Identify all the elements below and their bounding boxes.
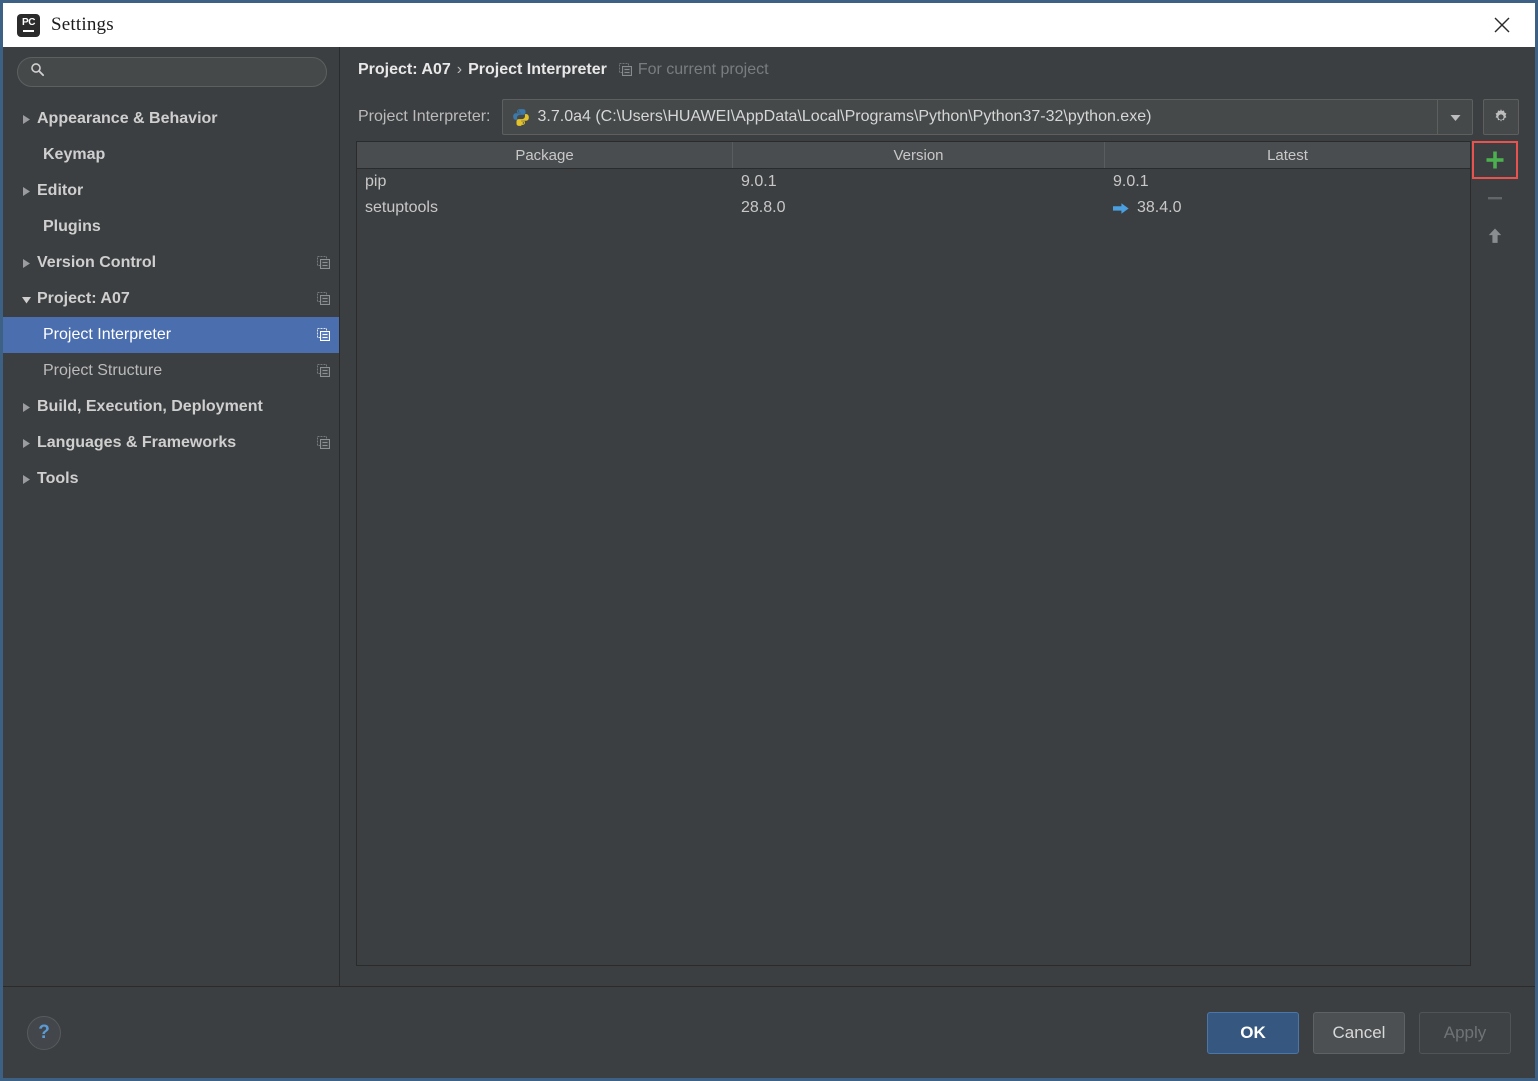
sidebar-item-editor[interactable]: Editor	[3, 173, 339, 209]
packages-toolbar	[1471, 141, 1519, 966]
sidebar-item-project-structure[interactable]: Project Structure	[3, 353, 339, 389]
sidebar-item-version-control[interactable]: Version Control	[3, 245, 339, 281]
interpreter-value: 3.7.0a4 (C:\Users\HUAWEI\AppData\Local\P…	[537, 108, 1152, 125]
sidebar-item-project-interpreter[interactable]: Project Interpreter	[3, 317, 339, 353]
remove-package-button[interactable]	[1472, 179, 1518, 217]
add-package-button[interactable]	[1472, 141, 1518, 179]
dialog-footer: ? OK Cancel Apply	[3, 986, 1535, 1078]
project-scope-icon	[317, 256, 331, 270]
main-split: Appearance & Behavior Keymap Editor Plug…	[3, 47, 1535, 986]
settings-dialog: PC Settings Appearance & Behavior Keymap…	[0, 0, 1538, 1081]
project-scope-icon	[317, 364, 331, 378]
breadcrumb-separator: ›	[456, 61, 463, 78]
sidebar-item-label: Languages & Frameworks	[37, 434, 237, 451]
ok-button[interactable]: OK	[1207, 1011, 1299, 1054]
column-header-package[interactable]: Package	[357, 142, 733, 168]
sidebar-item-appearance-behavior[interactable]: Appearance & Behavior	[3, 101, 339, 137]
breadcrumb-scope-note: For current project	[637, 61, 769, 78]
chevron-down-icon[interactable]	[1437, 100, 1472, 134]
interpreter-label: Project Interpreter:	[358, 108, 491, 125]
sidebar-item-label: Tools	[37, 470, 79, 487]
python-logo-icon	[512, 108, 530, 126]
table-row[interactable]: setuptools 28.8.0 38.4.0	[357, 195, 1470, 221]
cell-latest-upgradable: 38.4.0	[1105, 195, 1470, 221]
chevron-right-icon[interactable]	[15, 438, 37, 449]
sidebar-item-tools[interactable]: Tools	[3, 461, 339, 497]
pycharm-logo-icon: PC	[17, 13, 40, 37]
project-scope-icon	[618, 63, 633, 77]
sidebar-item-label: Build, Execution, Deployment	[37, 398, 263, 415]
cell-package: setuptools	[365, 199, 438, 216]
sidebar-item-languages-frameworks[interactable]: Languages & Frameworks	[3, 425, 339, 461]
cell-version: 28.8.0	[741, 199, 786, 216]
breadcrumb: Project: A07 › Project Interpreter For c…	[356, 47, 1519, 93]
gear-icon[interactable]	[1483, 99, 1519, 135]
interpreter-row: Project Interpreter: 3.7.0a4 (C:\Users\H…	[356, 93, 1519, 141]
breadcrumb-project[interactable]: Project: A07	[358, 61, 451, 79]
close-icon[interactable]	[1479, 5, 1525, 45]
chevron-right-icon[interactable]	[15, 258, 37, 269]
project-scope-icon	[317, 436, 331, 450]
column-header-latest[interactable]: Latest	[1105, 142, 1470, 168]
packages-table-header: Package Version Latest	[357, 142, 1470, 169]
sidebar-item-label: Keymap	[43, 146, 106, 163]
sidebar-item-build-execution-deployment[interactable]: Build, Execution, Deployment	[3, 389, 339, 425]
apply-button: Apply	[1419, 1011, 1511, 1054]
packages-table-body: pip 9.0.1 9.0.1 setuptools 28.8.0 38.4.0	[357, 169, 1470, 965]
help-button[interactable]: ?	[27, 1015, 61, 1050]
dialog-body: Appearance & Behavior Keymap Editor Plug…	[3, 47, 1535, 1078]
upgrade-arrow-icon	[1113, 202, 1129, 215]
sidebar-item-label: Project Interpreter	[43, 326, 172, 343]
cell-latest-value: 38.4.0	[1137, 199, 1182, 216]
sidebar-item-label: Editor	[37, 182, 84, 199]
chevron-down-icon[interactable]	[15, 294, 37, 305]
settings-content-panel: Project: A07 › Project Interpreter For c…	[340, 47, 1535, 986]
breadcrumb-page: Project Interpreter	[468, 61, 607, 78]
cell-latest: 9.0.1	[1113, 173, 1149, 190]
sidebar-item-keymap[interactable]: Keymap	[3, 137, 339, 173]
settings-sidebar: Appearance & Behavior Keymap Editor Plug…	[3, 47, 340, 986]
packages-table: Package Version Latest pip 9.0.1 9.0.1 s…	[356, 141, 1471, 966]
sidebar-item-label: Version Control	[37, 254, 157, 271]
sidebar-item-project-a07[interactable]: Project: A07	[3, 281, 339, 317]
sidebar-item-plugins[interactable]: Plugins	[3, 209, 339, 245]
title-bar: PC Settings	[3, 3, 1535, 47]
sidebar-item-label: Project Structure	[43, 362, 163, 379]
packages-zone: Package Version Latest pip 9.0.1 9.0.1 s…	[356, 141, 1519, 986]
sidebar-item-label: Appearance & Behavior	[37, 110, 218, 127]
project-scope-icon	[317, 292, 331, 306]
column-header-version[interactable]: Version	[733, 142, 1105, 168]
settings-tree: Appearance & Behavior Keymap Editor Plug…	[3, 101, 339, 986]
search-box[interactable]	[17, 57, 327, 87]
cell-package: pip	[365, 173, 387, 190]
upgrade-package-button[interactable]	[1472, 217, 1518, 255]
interpreter-combobox[interactable]: 3.7.0a4 (C:\Users\HUAWEI\AppData\Local\P…	[501, 99, 1473, 135]
table-row[interactable]: pip 9.0.1 9.0.1	[357, 169, 1470, 195]
chevron-right-icon[interactable]	[15, 114, 37, 125]
search-input[interactable]	[53, 64, 316, 80]
sidebar-item-label: Plugins	[43, 218, 101, 235]
sidebar-item-label: Project: A07	[37, 290, 130, 307]
chevron-right-icon[interactable]	[15, 402, 37, 413]
search-wrapper	[3, 57, 339, 87]
chevron-right-icon[interactable]	[15, 186, 37, 197]
cell-version: 9.0.1	[741, 173, 777, 190]
window-title: Settings	[51, 14, 114, 35]
search-icon	[30, 62, 45, 82]
project-scope-icon	[317, 328, 331, 342]
chevron-right-icon[interactable]	[15, 474, 37, 485]
cancel-button[interactable]: Cancel	[1313, 1011, 1405, 1054]
